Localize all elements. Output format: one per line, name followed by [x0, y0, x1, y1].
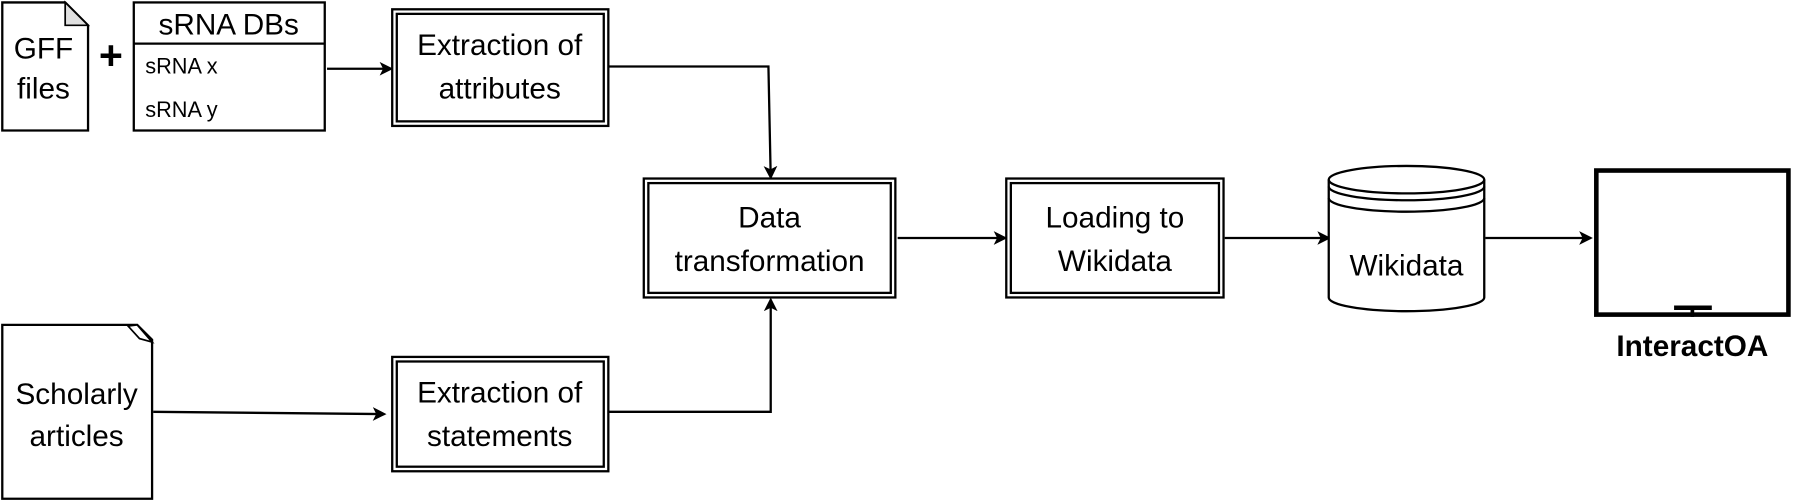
extraction-attributes-line2: attributes: [439, 72, 561, 105]
gff-files-document: GFF files: [1, 0, 91, 132]
pipeline-diagram: GFF files + sRNA DBs sRNA x sRNA y Extra…: [1, 0, 1791, 500]
database-cylinder-icon: [1327, 164, 1486, 313]
extraction-attributes-line1: Extraction of: [417, 29, 583, 62]
loading-line1: Loading to: [1045, 202, 1184, 235]
scholarly-line2: articles: [30, 420, 124, 453]
loading-wikidata-box: Loading to Wikidata: [1005, 177, 1225, 299]
interactoa-app: InteractOA: [1594, 168, 1791, 363]
extraction-statements-line2: statements: [427, 420, 572, 453]
plus-icon: +: [99, 32, 123, 78]
monitor-icon: [1594, 168, 1791, 317]
extraction-statements-line1: Extraction of: [417, 377, 583, 410]
gff-label-line2: files: [17, 72, 70, 105]
arrow-articles-to-extraction: [153, 407, 387, 421]
transform-line2: transformation: [675, 245, 865, 278]
srna-db-title: sRNA DBs: [159, 8, 299, 41]
srna-db-item: sRNA x: [145, 53, 218, 78]
srna-db-table: sRNA DBs sRNA x sRNA y: [132, 1, 326, 132]
extraction-statements-box: Extraction of statements: [391, 355, 610, 473]
arrow-statements-to-transform: [608, 297, 778, 413]
loading-line2: Wikidata: [1058, 245, 1172, 278]
transform-line1: Data: [738, 202, 801, 235]
interactoa-label: InteractOA: [1616, 330, 1768, 363]
wikidata-label: Wikidata: [1350, 250, 1464, 283]
scholarly-line1: Scholarly: [15, 378, 137, 411]
srna-db-item: sRNA y: [145, 97, 218, 122]
scholarly-articles-document: Scholarly articles: [1, 323, 155, 500]
extraction-attributes-box: Extraction of attributes: [391, 8, 610, 128]
wikidata-database: Wikidata: [1327, 164, 1486, 313]
document-icon: [1, 323, 154, 500]
gff-label-line1: GFF: [14, 32, 73, 65]
arrow-attributes-to-transform: [608, 65, 778, 180]
data-transformation-box: Data transformation: [642, 177, 897, 299]
